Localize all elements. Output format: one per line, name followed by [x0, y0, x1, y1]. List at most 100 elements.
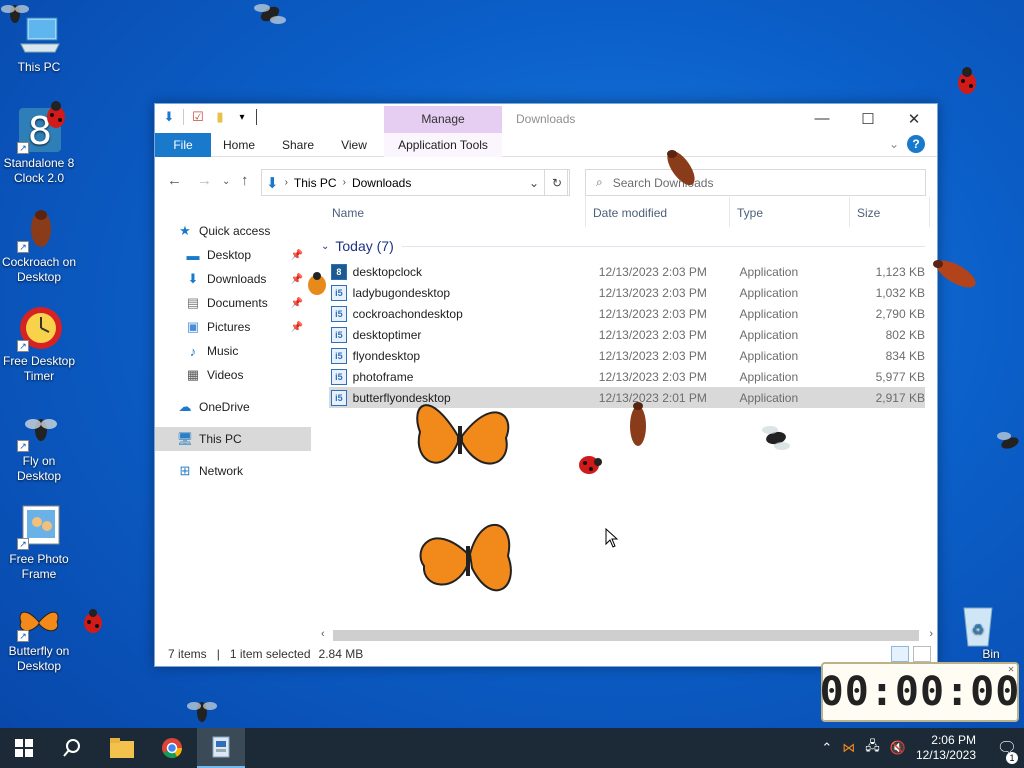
large-icons-view-icon[interactable] [913, 646, 931, 662]
system-tray: ⌃ ⋈ 🖧 🔇 2:06 PM 12/13/2023 🗨 1 [821, 728, 1024, 768]
computer-icon: 🖥 [176, 431, 194, 446]
desktop-icon-butterfly[interactable]: ↗ Butterfly on Desktop [0, 604, 78, 674]
file-name: cockroachondesktop [352, 306, 463, 321]
horizontal-scrollbar[interactable]: ‹ › [321, 628, 933, 642]
nav-label: This PC [199, 432, 242, 446]
nav-pictures[interactable]: ▣ Pictures 📌 [155, 315, 311, 339]
column-size[interactable]: Size [857, 206, 880, 220]
desktop-icon-cockroach[interactable]: ↗ Cockroach on Desktop [0, 205, 78, 285]
table-row[interactable]: i5 flyondesktop 12/13/2023 2:03 PM Appli… [329, 345, 925, 366]
nav-onedrive[interactable]: ☁ OneDrive [155, 395, 311, 419]
maximize-button[interactable]: ☐ [845, 104, 891, 133]
ladybug-critter-icon [579, 456, 602, 474]
column-separator[interactable] [849, 197, 850, 227]
tab-home[interactable]: Home [215, 133, 263, 157]
taskbar-clock[interactable]: 2:06 PM 12/13/2023 [916, 733, 976, 763]
tab-share[interactable]: Share [273, 133, 323, 157]
nav-this-pc[interactable]: 🖥 This PC [155, 427, 311, 451]
nav-downloads[interactable]: ⬇ Downloads 📌 [155, 267, 311, 291]
photo-frame-icon: ↗ [15, 502, 63, 550]
help-icon[interactable]: ? [907, 135, 925, 153]
customize-toolbar-icon[interactable]: ▾ [234, 109, 250, 125]
properties-icon[interactable]: ☑ [190, 109, 206, 125]
new-folder-icon[interactable]: ▮ [212, 109, 228, 125]
column-separator[interactable] [585, 197, 586, 227]
scrollbar-thumb[interactable] [333, 630, 919, 641]
refresh-button[interactable]: ↻ [544, 169, 570, 196]
scroll-left-icon[interactable]: ‹ [321, 628, 325, 640]
pin-icon[interactable]: 📌 [291, 322, 303, 333]
column-type[interactable]: Type [737, 206, 763, 220]
download-arrow-icon[interactable]: ⬇ [161, 109, 177, 125]
search-button[interactable] [48, 728, 96, 768]
clock-date: 12/13/2023 [915, 748, 976, 762]
expand-ribbon-icon[interactable]: ⌄ [889, 137, 899, 151]
close-icon[interactable]: ✕ [1008, 664, 1015, 675]
group-header-today[interactable]: ⌄ Today (7) [321, 235, 925, 257]
search-input[interactable]: ⌕ Search Downloads [585, 169, 926, 196]
status-item-count: 7 items [168, 647, 207, 661]
address-dropdown-icon[interactable]: ⌄ [529, 176, 539, 190]
tab-file[interactable]: File [155, 133, 211, 157]
taskbar-chrome[interactable] [148, 728, 196, 768]
network-tray-icon[interactable]: 🖧 [865, 737, 880, 759]
action-center-button[interactable]: 🗨 1 [990, 738, 1024, 764]
details-view-icon[interactable] [891, 646, 909, 662]
butterfly-tray-icon[interactable]: ⋈ [842, 740, 855, 756]
tab-application-tools[interactable]: Application Tools [384, 133, 502, 157]
table-row[interactable]: i5 photoframe 12/13/2023 2:03 PM Applica… [329, 366, 925, 387]
minimize-button[interactable]: — [799, 104, 845, 133]
forward-arrow-icon[interactable]: → [197, 172, 212, 189]
status-size: 2.84 MB [318, 647, 364, 661]
breadcrumb-chevron-icon[interactable]: › [285, 177, 288, 188]
show-hidden-icons-chevron-icon[interactable]: ⌃ [821, 740, 832, 756]
taskbar-installer-active[interactable] [197, 728, 245, 768]
music-icon: ♪ [189, 343, 197, 359]
column-separator[interactable] [929, 197, 930, 227]
file-type: Application [739, 306, 799, 321]
pin-icon[interactable]: 📌 [291, 298, 303, 309]
collapse-chevron-icon[interactable]: ⌄ [321, 241, 329, 252]
file-type: Application [739, 369, 799, 384]
breadcrumb-this-pc[interactable]: This PC [294, 176, 337, 190]
column-separator[interactable] [729, 197, 730, 227]
windows-logo-icon [15, 739, 33, 757]
desktop-icon-photo-frame[interactable]: ↗ Free Photo Frame [0, 502, 78, 582]
status-bar: 7 items | 1 item selected 2.84 MB [155, 642, 937, 666]
recent-locations-icon[interactable]: ⌄ [222, 176, 230, 187]
table-row[interactable]: 8 desktopclock 12/13/2023 2:03 PM Applic… [329, 261, 925, 282]
scroll-right-icon[interactable]: › [929, 628, 933, 640]
tab-view[interactable]: View [331, 133, 377, 157]
table-row[interactable]: i5 desktoptimer 12/13/2023 2:03 PM Appli… [329, 324, 925, 345]
tab-manage[interactable]: Manage [384, 106, 502, 133]
up-arrow-icon[interactable]: ↑ [241, 172, 249, 189]
nav-desktop[interactable]: ▬ Desktop 📌 [155, 243, 311, 267]
nav-network[interactable]: ⊞ Network [155, 459, 311, 483]
desktop-icon-fly[interactable]: ↗ Fly on Desktop [0, 404, 78, 484]
pin-icon[interactable]: 📌 [291, 274, 303, 285]
installer-icon: i5 [331, 347, 347, 364]
nav-quick-access[interactable]: ★ Quick access [155, 219, 311, 243]
table-row[interactable]: i5 cockroachondesktop 12/13/2023 2:03 PM… [329, 303, 925, 324]
column-date-modified[interactable]: Date modified [593, 206, 667, 220]
recycle-bin-label: Bin [982, 647, 1000, 661]
separator [256, 109, 257, 125]
start-button[interactable] [0, 728, 48, 768]
pin-icon[interactable]: 📌 [291, 250, 303, 261]
nav-music[interactable]: ♪ Music [155, 339, 311, 363]
volume-muted-icon[interactable]: 🔇 [890, 740, 906, 756]
nav-videos[interactable]: ▦ Videos [155, 363, 311, 387]
desktop-icon-recycle-bin[interactable]: ♻ Bin [948, 602, 1008, 661]
desktop-timer-widget[interactable]: 00:00:00 ✕ [820, 662, 1019, 722]
table-row[interactable]: i5 ladybugondesktop 12/13/2023 2:03 PM A… [329, 282, 925, 303]
close-button[interactable]: ✕ [891, 104, 937, 133]
address-bar[interactable]: ⬇ › This PC › Downloads ⌄ [261, 169, 568, 196]
breadcrumb-downloads[interactable]: Downloads [352, 176, 411, 190]
nav-documents[interactable]: ▤ Documents 📌 [155, 291, 311, 315]
breadcrumb-chevron-icon[interactable]: › [343, 177, 346, 188]
butterfly-critter-icon [416, 404, 510, 465]
back-arrow-icon[interactable]: ← [167, 172, 182, 189]
column-name[interactable]: Name [332, 206, 364, 220]
desktop-icon-timer[interactable]: ↗ Free Desktop Timer [0, 304, 78, 384]
taskbar-file-explorer[interactable] [98, 728, 146, 768]
